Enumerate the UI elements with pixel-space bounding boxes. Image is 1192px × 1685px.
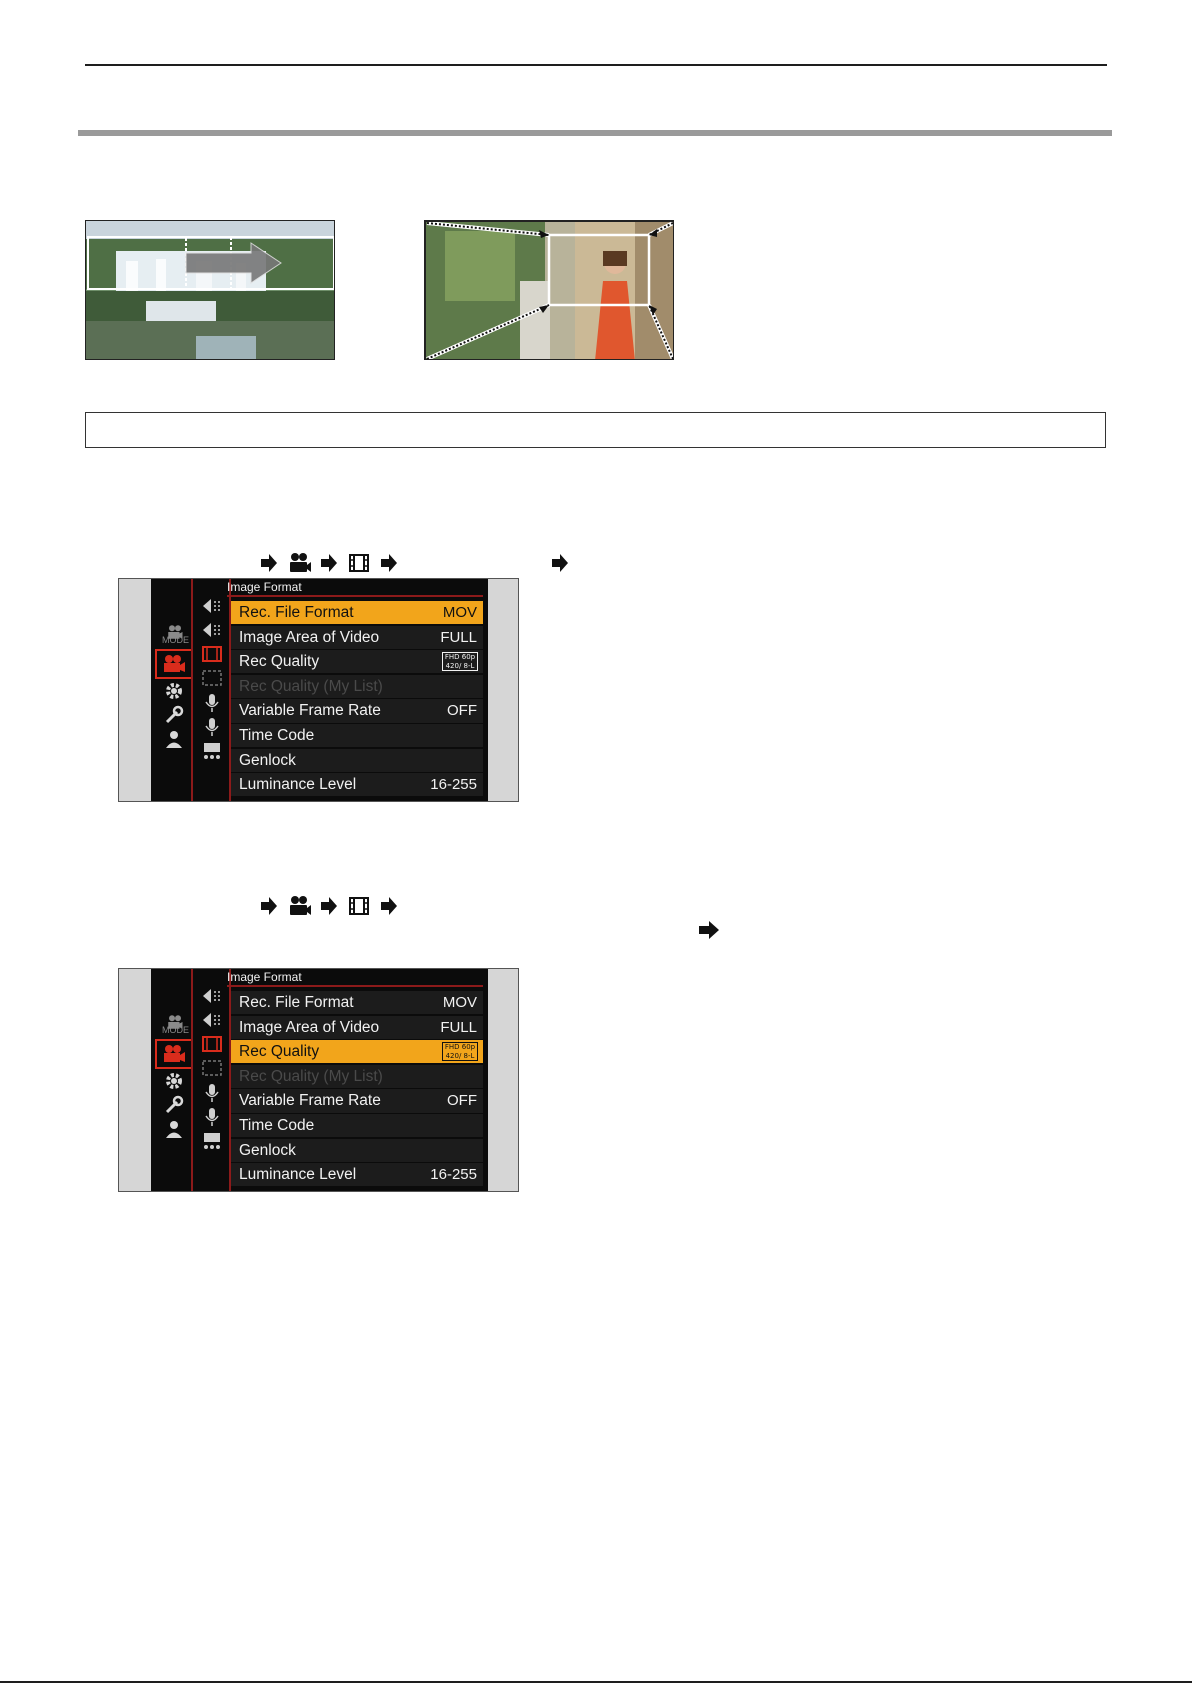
- section-rule: [78, 130, 1112, 136]
- menu-path-1: [260, 551, 580, 575]
- item-label: Genlock: [239, 1141, 296, 1159]
- menu-item-luminance-level[interactable]: Luminance Level 16-255: [231, 773, 483, 797]
- note-box: [85, 412, 1106, 448]
- major-tab-column: MODE: [151, 579, 193, 801]
- video-tab-icon[interactable]: [155, 1039, 193, 1069]
- menu-item-time-code[interactable]: Time Code: [231, 1113, 483, 1138]
- tab-divider: [191, 579, 193, 801]
- person-icon[interactable]: [164, 1119, 184, 1139]
- header-underline: [227, 595, 483, 597]
- header-underline: [227, 985, 483, 987]
- item-label: Variable Frame Rate: [239, 702, 381, 720]
- sub-tab-column: [195, 579, 233, 801]
- item-label: Rec Quality: [239, 1043, 320, 1061]
- menu-item-rec-file-format[interactable]: Rec. File Format MOV: [231, 601, 483, 625]
- header-rule: [85, 64, 1107, 66]
- film-tab-icon[interactable]: [201, 645, 223, 663]
- item-value: 16-255: [430, 1166, 477, 1184]
- person-icon[interactable]: [164, 729, 184, 749]
- portrait-zoom-image: [424, 220, 674, 360]
- item-label: Rec Quality (My List): [239, 1067, 383, 1085]
- right-arrow-icon: [261, 554, 277, 572]
- major-tab-column: MODE: [151, 969, 193, 1191]
- item-label: Luminance Level: [239, 1166, 357, 1184]
- output-tab-icon[interactable]: [201, 741, 223, 761]
- menu-header: Image Format: [227, 580, 302, 594]
- mode-label: MODE: [162, 1025, 189, 1035]
- microphone-icon[interactable]: [203, 1107, 221, 1127]
- motion-picture-camera-icon: [290, 553, 311, 572]
- tab-divider: [191, 969, 193, 1191]
- focus-tab-icon[interactable]: [201, 669, 223, 687]
- item-value: MOV: [442, 994, 477, 1011]
- item-label: Rec. File Format: [239, 604, 354, 621]
- film-frame-icon: [349, 897, 369, 915]
- gear-icon[interactable]: [164, 681, 184, 701]
- film-tab-icon[interactable]: [201, 1035, 223, 1053]
- menu-item-luminance-level[interactable]: Luminance Level 16-255: [231, 1163, 483, 1187]
- item-label: Variable Frame Rate: [239, 1092, 381, 1110]
- output-tab-icon[interactable]: [201, 1131, 223, 1151]
- item-label: Image Area of Video: [239, 628, 380, 646]
- item-label: Time Code: [239, 726, 315, 744]
- item-label: Genlock: [239, 751, 296, 769]
- video-tab-icon[interactable]: [155, 649, 193, 679]
- menu-item-rec-quality[interactable]: Rec Quality FHD 60p 420/ 8-L: [231, 650, 483, 674]
- gear-icon[interactable]: [164, 1071, 184, 1091]
- reference-arrow: [698, 918, 722, 942]
- rec-quality-badge: FHD 60p 420/ 8-L: [442, 1042, 478, 1062]
- item-label: Rec Quality (My List): [239, 677, 383, 695]
- right-arrow-icon: [321, 554, 337, 572]
- menu-item-variable-frame-rate[interactable]: Variable Frame Rate OFF: [231, 699, 483, 723]
- menu-item-rec-file-format[interactable]: Rec. File Format MOV: [231, 991, 483, 1015]
- wrench-icon[interactable]: [164, 1095, 184, 1115]
- focus-tab-icon[interactable]: [201, 1059, 223, 1077]
- right-arrow-icon: [381, 554, 397, 572]
- item-label: Time Code: [239, 1116, 315, 1134]
- waterfall-pan-image: [85, 220, 335, 360]
- microphone-icon[interactable]: [203, 717, 221, 737]
- item-label: Luminance Level: [239, 776, 357, 794]
- sub-tab-2-icon[interactable]: [201, 1011, 223, 1029]
- menu-item-image-area[interactable]: Image Area of Video FULL: [231, 625, 483, 649]
- right-arrow-icon: [552, 554, 568, 572]
- right-arrow-icon: [381, 897, 397, 915]
- menu-item-genlock[interactable]: Genlock: [231, 1138, 483, 1162]
- mode-label: MODE: [162, 635, 189, 645]
- menu-item-time-code[interactable]: Time Code: [231, 723, 483, 748]
- right-arrow-icon: [261, 897, 277, 915]
- menu-item-rec-quality-my-list: Rec Quality (My List): [231, 674, 483, 699]
- menu-item-rec-quality[interactable]: Rec Quality FHD 60p 420/ 8-L: [231, 1040, 483, 1064]
- rec-quality-badge: FHD 60p 420/ 8-L: [442, 652, 478, 672]
- menu-item-variable-frame-rate[interactable]: Variable Frame Rate OFF: [231, 1089, 483, 1113]
- camera-menu-screen-1: MODE Image Format Rec. File Format MOV I…: [118, 578, 519, 802]
- microphone-icon[interactable]: [203, 1083, 221, 1103]
- menu-item-rec-quality-my-list: Rec Quality (My List): [231, 1064, 483, 1089]
- item-value: 16-255: [430, 776, 477, 794]
- menu-path-2: [260, 894, 410, 918]
- sub-tab-column: [195, 969, 233, 1191]
- menu-item-genlock[interactable]: Genlock: [231, 748, 483, 772]
- sub-tab-2-icon[interactable]: [201, 621, 223, 639]
- microphone-icon[interactable]: [203, 693, 221, 713]
- item-value: FULL: [440, 1018, 477, 1036]
- item-value: OFF: [447, 702, 477, 720]
- item-value: MOV: [442, 604, 477, 621]
- film-frame-icon: [349, 554, 369, 572]
- wrench-icon[interactable]: [164, 705, 184, 725]
- menu-item-image-area[interactable]: Image Area of Video FULL: [231, 1015, 483, 1039]
- item-value: OFF: [447, 1092, 477, 1110]
- item-label: Image Area of Video: [239, 1018, 380, 1036]
- camera-menu-screen-2: MODE Image Format Rec. File Format MOV I…: [118, 968, 519, 1192]
- bold-right-arrow-icon: [699, 921, 719, 939]
- item-value: FULL: [440, 628, 477, 646]
- footer-rule: [0, 1681, 1192, 1683]
- item-label: Rec. File Format: [239, 994, 354, 1011]
- sub-tab-1-icon[interactable]: [201, 987, 223, 1005]
- menu-header: Image Format: [227, 970, 302, 984]
- right-arrow-icon: [321, 897, 337, 915]
- sub-tab-1-icon[interactable]: [201, 597, 223, 615]
- item-label: Rec Quality: [239, 653, 320, 671]
- motion-picture-camera-icon: [290, 896, 311, 915]
